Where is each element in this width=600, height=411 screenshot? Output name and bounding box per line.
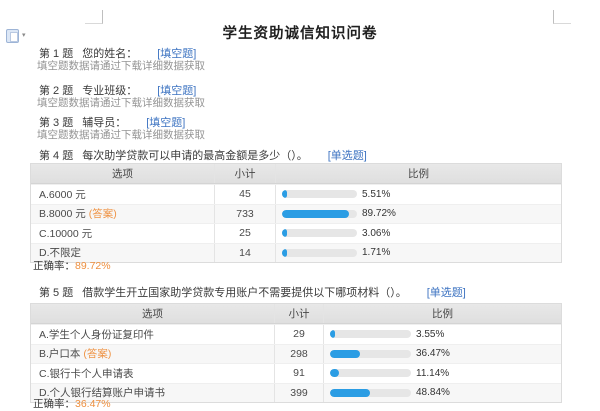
answer-mark: (答案)	[89, 206, 117, 221]
question-4-text: 每次助学贷款可以申请的最高金额是多少（）。	[82, 150, 308, 162]
column-header-count: 小计	[274, 304, 324, 323]
option-cell: A.学生个人身份证复印件	[31, 325, 274, 344]
ratio-percent: 3.55%	[416, 329, 444, 340]
table-row: B.户口本(答案) 298 36.47%	[31, 344, 561, 364]
ratio-cell: 36.47%	[324, 345, 561, 364]
ratio-cell: 5.51%	[276, 185, 561, 204]
count-cell: 733	[214, 205, 276, 224]
option-label: A.6000 元	[39, 187, 86, 202]
ratio-bar-fill	[282, 229, 287, 237]
ratio-bar-fill	[330, 389, 370, 397]
ratio-cell: 3.06%	[276, 224, 561, 243]
page-title: 学生资助诚信知识问卷	[0, 22, 600, 43]
ratio-bar-track	[330, 330, 411, 338]
question-5-accuracy: 正确率：36.47%	[33, 396, 111, 411]
column-header-ratio: 比例	[324, 304, 561, 323]
column-header-option: 选项	[31, 304, 274, 323]
question-4-line: 第 4 题每次助学贷款可以申请的最高金额是多少（）。 [单选题]	[39, 147, 367, 163]
ratio-cell: 89.72%	[276, 205, 561, 224]
ratio-percent: 5.51%	[362, 189, 390, 200]
option-label: A.学生个人身份证复印件	[39, 327, 154, 342]
ratio-bar-track	[330, 389, 411, 397]
answer-mark: (答案)	[83, 346, 111, 361]
ratio-percent: 89.72%	[362, 208, 396, 219]
count-cell: 25	[214, 224, 276, 243]
ratio-bar-fill	[282, 210, 349, 218]
accuracy-label: 正确率：	[33, 398, 75, 410]
option-cell: C.10000 元	[31, 224, 214, 243]
ratio-percent: 48.84%	[416, 387, 450, 398]
ratio-cell: 3.55%	[324, 325, 561, 344]
ratio-bar-fill	[330, 330, 335, 338]
option-cell: A.6000 元	[31, 185, 214, 204]
ratio-bar-track	[282, 190, 357, 198]
column-header-count: 小计	[214, 164, 276, 183]
ratio-bar-track	[330, 350, 411, 358]
ratio-bar-fill	[282, 249, 287, 257]
count-cell: 298	[274, 345, 324, 364]
option-cell: C.银行卡个人申请表	[31, 364, 274, 383]
question-4-type-tag: [单选题]	[328, 150, 367, 162]
table-header-row: 选项 小计 比例	[31, 304, 561, 324]
table-row: C.10000 元 25 3.06%	[31, 223, 561, 243]
count-cell: 91	[274, 364, 324, 383]
question-5-results-table: 选项 小计 比例 A.学生个人身份证复印件 29 3.55% B.户口本(答案)…	[30, 303, 562, 403]
count-cell: 399	[274, 384, 324, 403]
option-cell: B.户口本(答案)	[31, 345, 274, 364]
question-4-number: 第 4 题	[39, 150, 73, 162]
table-header-row: 选项 小计 比例	[31, 164, 561, 184]
column-header-option: 选项	[31, 164, 214, 183]
option-label: C.10000 元	[39, 226, 92, 241]
accuracy-value: 89.72%	[75, 260, 111, 272]
count-cell: 14	[214, 244, 276, 263]
table-row: B.8000 元(答案) 733 89.72%	[31, 204, 561, 224]
column-header-ratio: 比例	[276, 164, 561, 183]
ratio-bar-track	[330, 369, 411, 377]
question-5-line: 第 5 题借款学生开立国家助学贷款专用账户不需要提供以下哪项材料（）。 [单选题]	[39, 284, 466, 300]
question-4-accuracy: 正确率：89.72%	[33, 258, 111, 273]
question-5-number: 第 5 题	[39, 287, 73, 299]
question-5-text: 借款学生开立国家助学贷款专用账户不需要提供以下哪项材料（）。	[82, 287, 407, 299]
table-row: A.6000 元 45 5.51%	[31, 184, 561, 204]
option-label: B.户口本	[39, 346, 80, 361]
ratio-cell: 1.71%	[276, 244, 561, 263]
ratio-bar-fill	[330, 350, 360, 358]
question-2-note: 填空题数据请通过下载详细数据获取	[37, 95, 205, 110]
accuracy-label: 正确率：	[33, 260, 75, 272]
ratio-bar-fill	[330, 369, 339, 377]
question-5-type-tag: [单选题]	[427, 287, 466, 299]
accuracy-value: 36.47%	[75, 398, 111, 410]
option-cell: B.8000 元(答案)	[31, 205, 214, 224]
question-4-results-table: 选项 小计 比例 A.6000 元 45 5.51% B.8000 元(答案) …	[30, 163, 562, 263]
ratio-percent: 11.14%	[416, 368, 449, 379]
ratio-cell: 48.84%	[324, 384, 561, 403]
ratio-cell: 11.14%	[324, 364, 561, 383]
ratio-bar-track	[282, 249, 357, 257]
ratio-percent: 3.06%	[362, 228, 390, 239]
option-label: B.8000 元	[39, 206, 86, 221]
ratio-bar-track	[282, 210, 357, 218]
document-page: ▾ 学生资助诚信知识问卷 第 1 题您的姓名：[填空题] 填空题数据请通过下载详…	[0, 0, 600, 410]
table-row: A.学生个人身份证复印件 29 3.55%	[31, 324, 561, 344]
ratio-bar-fill	[282, 190, 287, 198]
ratio-percent: 36.47%	[416, 348, 450, 359]
count-cell: 29	[274, 325, 324, 344]
question-1-note: 填空题数据请通过下载详细数据获取	[37, 58, 205, 73]
ratio-percent: 1.71%	[362, 247, 390, 258]
option-label: C.银行卡个人申请表	[39, 366, 134, 381]
ratio-bar-track	[282, 229, 357, 237]
count-cell: 45	[214, 185, 276, 204]
question-3-note: 填空题数据请通过下载详细数据获取	[37, 127, 205, 142]
table-row: C.银行卡个人申请表 91 11.14%	[31, 363, 561, 383]
